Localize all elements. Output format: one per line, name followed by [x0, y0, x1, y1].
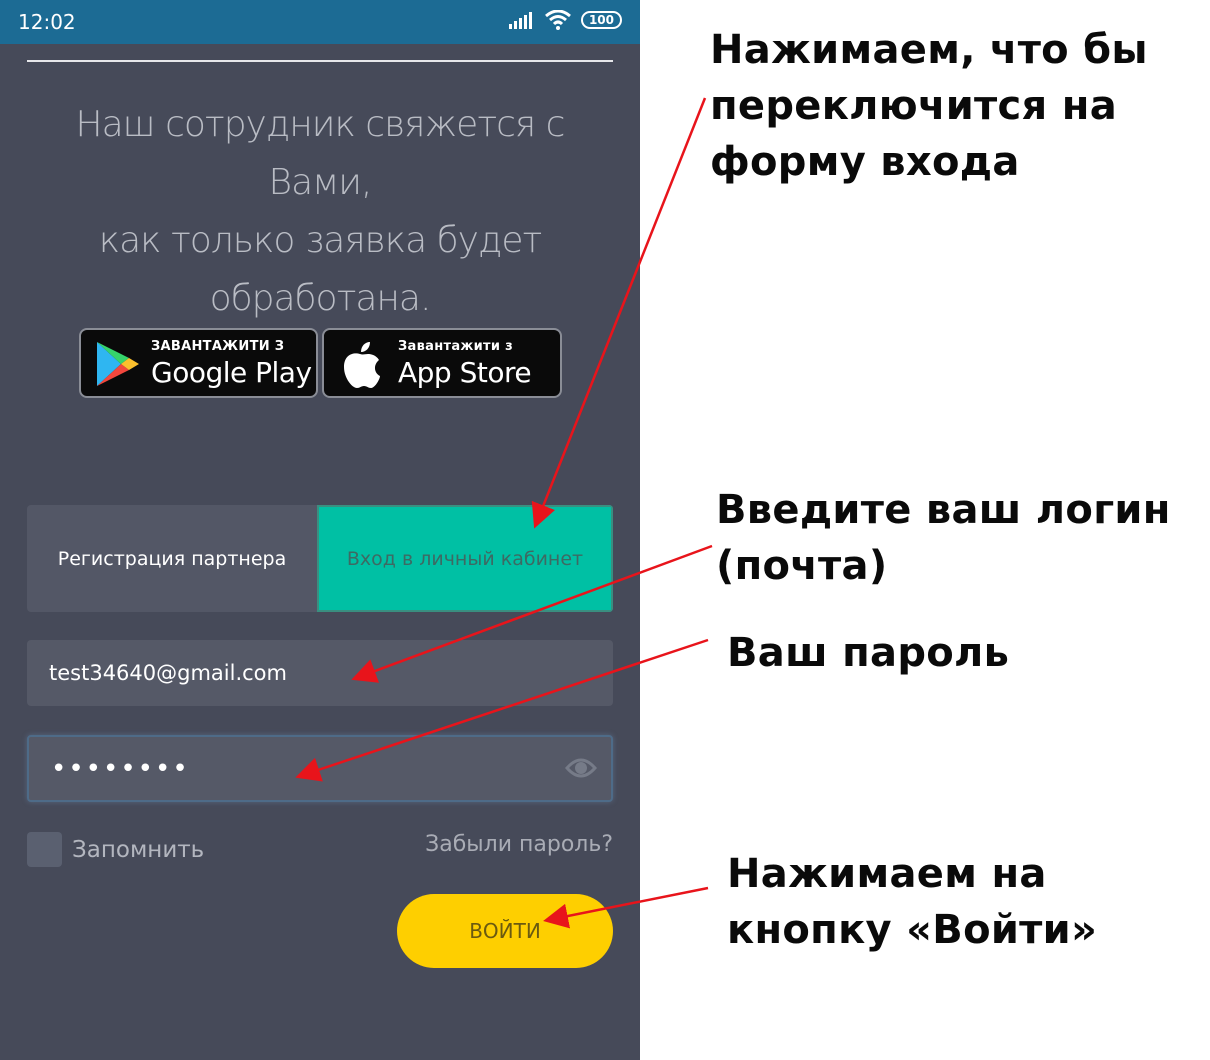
info-line: обработана. — [209, 278, 432, 319]
apple-icon — [344, 342, 380, 388]
auth-tabs: Регистрация партнера Вход в личный кабин… — [27, 505, 613, 612]
login-button[interactable]: ВОЙТИ — [397, 894, 613, 968]
google-play-icon — [97, 342, 139, 386]
status-bar: 12:02 100 — [0, 0, 640, 44]
remember-checkbox[interactable] — [27, 832, 62, 867]
tab-register-partner[interactable]: Регистрация партнера — [27, 505, 317, 612]
status-icons: 100 — [508, 10, 622, 30]
forgot-password-link[interactable]: Забыли пароль? — [425, 832, 613, 857]
password-field[interactable] — [29, 737, 611, 800]
info-message: Наш сотрудник свяжется с Вами, как тольк… — [20, 96, 620, 328]
annotation-password: Ваш пароль — [727, 630, 1010, 676]
tab-login[interactable]: Вход в личный кабинет — [317, 505, 613, 612]
google-play-small-text: ЗАВАНТАЖИТИ З — [151, 339, 285, 354]
status-time: 12:02 — [18, 10, 76, 34]
google-play-badge[interactable]: ЗАВАНТАЖИТИ З Google Play — [79, 328, 318, 398]
email-field-container — [27, 640, 613, 706]
annotation-enter-login: Введите ваш логин (почта) — [716, 487, 1171, 589]
phone-screen: 12:02 100 Наш сотрудник свяжется с Вами,… — [0, 0, 640, 1060]
annotation-press-login: Нажимаем на кнопку «Войти» — [727, 851, 1098, 953]
wifi-icon — [544, 10, 571, 30]
signal-icon — [508, 12, 532, 29]
password-field-container — [27, 735, 613, 802]
battery-icon: 100 — [580, 11, 622, 29]
email-field[interactable] — [27, 640, 613, 706]
google-play-title: Google Play — [151, 356, 312, 389]
remember-label: Запомнить — [72, 836, 205, 863]
app-store-title: App Store — [398, 356, 532, 389]
eye-icon[interactable] — [565, 754, 597, 782]
app-store-small-text: Завантажити з — [398, 339, 513, 354]
info-line: как только заявка будет — [98, 220, 543, 261]
divider — [27, 60, 613, 62]
annotation-switch-to-login: Нажимаем, что бы переключится на форму в… — [710, 27, 1148, 185]
app-store-badge[interactable]: Завантажити з App Store — [322, 328, 562, 398]
remember-me: Запомнить — [27, 832, 204, 867]
info-line: Наш сотрудник свяжется с Вами, — [75, 104, 566, 203]
